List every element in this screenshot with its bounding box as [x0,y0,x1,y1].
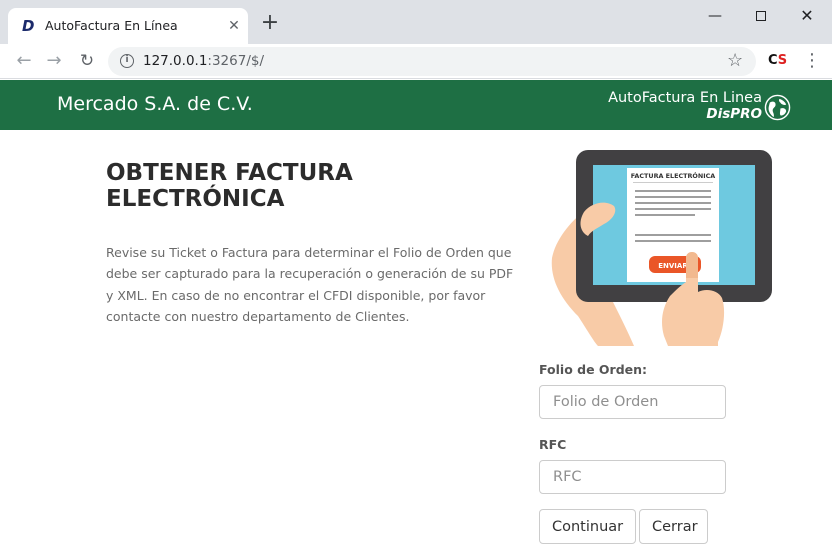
close-button[interactable]: Cerrar [639,509,708,544]
address-bar[interactable]: i 127.0.0.1:3267/$/ ☆ [108,47,756,76]
tab-close-icon[interactable]: ✕ [226,17,242,33]
intro-text: Revise su Ticket o Factura para determin… [106,245,514,324]
forward-arrow-icon[interactable]: → [44,51,64,71]
window-close-button[interactable]: ✕ [784,4,830,28]
folio-input[interactable] [539,385,726,419]
reload-icon[interactable]: ↻ [77,51,97,71]
extension-label-s: S [777,53,788,68]
extension-label-c: C [768,53,778,68]
doc-send-button-label: ENVIAR [658,262,688,270]
url-text[interactable]: 127.0.0.1:3267/$/ [143,53,264,69]
logo-line1: AutoFactura En Linea [608,90,762,106]
star-icon[interactable]: ☆ [727,50,743,71]
new-tab-button[interactable]: + [260,12,280,34]
extension-icon[interactable]: CS [768,52,788,70]
window-maximize-button[interactable] [738,4,784,28]
tab-title: AutoFactura En Línea [45,18,178,33]
page-title: OBTENER FACTURA ELECTRÓNICA [106,160,353,212]
brand-name: Mercado S.A. de C.V. [57,93,253,115]
continue-button[interactable]: Continuar [539,509,636,544]
browser-titlebar: D AutoFactura En Línea ✕ + — ✕ [0,0,832,44]
browser-tab[interactable]: D AutoFactura En Línea ✕ [8,8,248,44]
url-host: 127.0.0.1 [143,53,208,69]
tablet-invoice-illustration: FACTURA ELECTRÓNICA ENVIAR [551,150,772,346]
info-icon[interactable]: i [120,54,134,68]
tab-favicon-icon: D [22,17,35,35]
site-header: Mercado S.A. de C.V. AutoFactura En Line… [0,80,832,130]
folio-label: Folio de Orden: [539,362,648,377]
autofactura-logo: AutoFactura En Linea DisPRO [606,90,762,122]
logo-line2: DisPRO [706,106,762,122]
browser-toolbar: ← → ↻ i 127.0.0.1:3267/$/ ☆ CS ⋮ [0,44,832,79]
window-minimize-button[interactable]: — [692,4,738,28]
url-path: :3267/$/ [207,53,265,69]
back-arrow-icon[interactable]: ← [14,51,34,71]
globe-icon [764,94,791,121]
maximize-icon [756,11,766,21]
doc-title: FACTURA ELECTRÓNICA [631,171,716,180]
rfc-input[interactable] [539,460,726,494]
rfc-label: RFC [539,437,567,452]
menu-icon[interactable]: ⋮ [803,50,821,72]
